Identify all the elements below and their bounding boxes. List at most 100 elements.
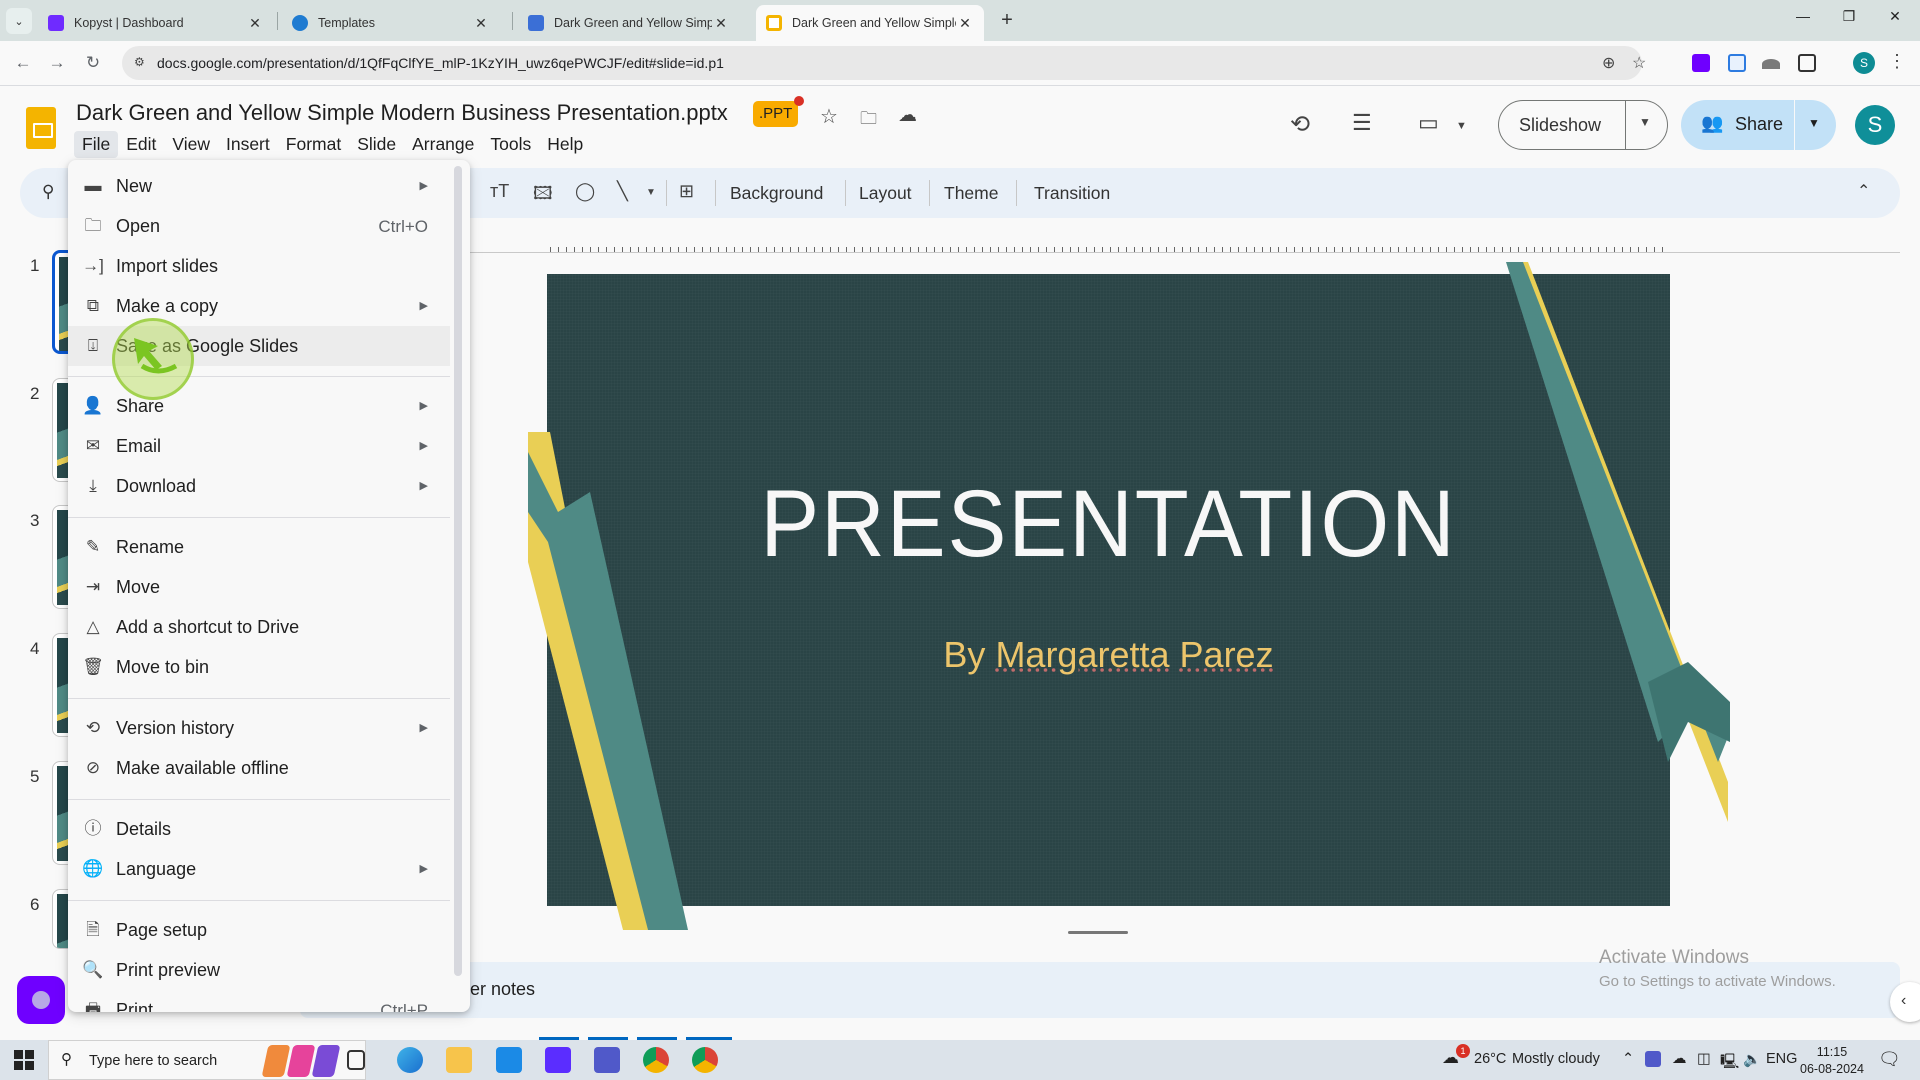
mail-app-icon[interactable] — [496, 1047, 522, 1073]
network-icon[interactable]: 🖳 — [1720, 1051, 1739, 1076]
menu-item-new[interactable]: ▬ New ▶ — [68, 166, 450, 206]
menu-format[interactable]: Format — [278, 131, 349, 158]
kopyst-recorder-button[interactable] — [17, 976, 65, 1024]
chrome-profile-s-icon[interactable] — [692, 1047, 718, 1073]
comments-icon[interactable]: ☰ — [1352, 110, 1372, 136]
close-tab-icon[interactable]: ✕ — [712, 15, 730, 32]
onedrive-icon[interactable]: ☁ — [1672, 1051, 1687, 1067]
address-bar[interactable]: ⚙ docs.google.com/presentation/d/1QfFqCl… — [122, 46, 1646, 80]
back-icon[interactable]: ← — [12, 53, 34, 73]
arc-extension-icon[interactable] — [1762, 59, 1780, 69]
menu-item-share[interactable]: 👤 Share ▶ — [68, 386, 450, 426]
menu-item-make-available-offline[interactable]: ⊘ Make available offline — [68, 748, 450, 788]
browser-tab-google-slides-active[interactable]: Dark Green and Yellow Simple M ✕ — [756, 5, 984, 41]
teams-icon[interactable] — [594, 1047, 620, 1073]
chrome-profile-a-icon[interactable] — [643, 1047, 669, 1073]
taskbar-clock[interactable]: 11:15 06-08-2024 — [1800, 1044, 1864, 1078]
menu-item-email[interactable]: ✉ Email ▶ — [68, 426, 450, 466]
new-tab-button[interactable]: + — [995, 9, 1019, 32]
extensions-puzzle-icon[interactable] — [1798, 54, 1816, 72]
slideshow-dropdown-icon[interactable]: ▼ — [1639, 115, 1651, 129]
tab-search-chevron-icon[interactable]: ⌄ — [6, 8, 32, 34]
zoom-icon[interactable]: ⊕ — [1602, 53, 1615, 73]
menu-item-add-shortcut-to-drive[interactable]: △ Add a shortcut to Drive — [68, 607, 450, 647]
browser-tab-kopyst[interactable]: Kopyst | Dashboard ✕ — [38, 5, 274, 41]
background-button[interactable]: Background — [730, 183, 823, 204]
url-text[interactable]: docs.google.com/presentation/d/1QfFqClfY… — [157, 55, 724, 71]
menu-item-download[interactable]: ⤓ Download ▶ — [68, 466, 450, 506]
shape-icon[interactable]: ◯ — [575, 181, 595, 202]
menu-insert[interactable]: Insert — [218, 131, 278, 158]
browser-profile-avatar[interactable]: S — [1853, 52, 1875, 74]
share-button[interactable]: 👥 Share ▼ — [1681, 100, 1836, 150]
menu-scrollbar[interactable] — [454, 166, 462, 976]
menu-file[interactable]: File — [74, 131, 119, 158]
file-explorer-icon[interactable] — [446, 1047, 472, 1073]
menu-item-page-setup[interactable]: 🗎 Page setup — [68, 910, 450, 950]
menu-item-version-history[interactable]: ⟲ Version history ▶ — [68, 708, 450, 748]
add-comment-icon[interactable]: ⊞ — [679, 181, 694, 202]
browser-tab-kopyst-slides[interactable]: Dark Green and Yellow Simple M ✕ — [518, 5, 740, 41]
move-folder-icon[interactable]: 🗀 — [860, 106, 877, 135]
teams-tray-icon[interactable] — [1645, 1051, 1661, 1067]
menu-item-make-a-copy[interactable]: ⧉ Make a copy ▶ — [68, 286, 450, 326]
browser-menu-icon[interactable]: ⋮ — [1888, 51, 1906, 72]
transition-button[interactable]: Transition — [1034, 183, 1110, 204]
restore-button[interactable]: ❐ — [1826, 8, 1872, 25]
menu-item-details[interactable]: ⓘ Details — [68, 809, 450, 849]
minimize-button[interactable]: — — [1780, 8, 1826, 24]
close-tab-icon[interactable]: ✕ — [246, 15, 264, 32]
menu-item-print-preview[interactable]: 🔍 Print preview — [68, 950, 450, 990]
show-hidden-icons-chevron-icon[interactable]: ⌃ — [1622, 1051, 1634, 1067]
menu-item-move-to-bin[interactable]: 🗑 Move to bin — [68, 647, 450, 687]
kopyst-app-icon[interactable] — [545, 1047, 571, 1073]
menu-item-rename[interactable]: ✎ Rename — [68, 527, 450, 567]
reload-icon[interactable]: ↻ — [82, 53, 104, 73]
close-tab-icon[interactable]: ✕ — [472, 15, 490, 32]
menu-item-language[interactable]: 🌐 Language ▶ — [68, 849, 450, 889]
layout-button[interactable]: Layout — [859, 183, 912, 204]
menu-item-move[interactable]: ⇥ Move — [68, 567, 450, 607]
menu-item-import-slides[interactable]: →] Import slides — [68, 246, 450, 286]
menu-view[interactable]: View — [164, 131, 218, 158]
close-tab-icon[interactable]: ✕ — [956, 15, 974, 32]
slide-canvas[interactable]: PRESENTATION By Margaretta Parez — [528, 262, 1730, 930]
notes-resize-handle[interactable] — [1068, 931, 1128, 934]
volume-icon[interactable]: 🔈 — [1743, 1051, 1761, 1068]
document-title[interactable]: Dark Green and Yellow Simple Modern Busi… — [76, 100, 728, 126]
share-dropdown-icon[interactable]: ▼ — [1808, 116, 1820, 130]
line-dropdown-icon[interactable]: ▼ — [646, 187, 656, 198]
menu-edit[interactable]: Edit — [118, 131, 164, 158]
menu-item-print[interactable]: 🖶 Print Ctrl+P — [68, 990, 450, 1012]
menu-tools[interactable]: Tools — [482, 131, 539, 158]
cloud-saved-icon[interactable]: ☁ — [898, 104, 917, 127]
site-info-icon[interactable]: ⚙ — [134, 55, 145, 69]
forward-icon[interactable]: → — [46, 53, 68, 73]
edge-icon[interactable] — [397, 1047, 423, 1073]
meet-dropdown-icon[interactable]: ▼ — [1456, 120, 1467, 132]
meet-camera-icon[interactable]: ▭ — [1418, 110, 1439, 136]
menu-item-open[interactable]: 🗀 Open Ctrl+O — [68, 206, 450, 246]
kopyst-recorder-extension-icon[interactable] — [1728, 54, 1746, 72]
taskbar-search-box[interactable]: ⚲ Type here to search — [48, 1040, 366, 1080]
browser-tab-templates[interactable]: Templates ✕ — [282, 5, 500, 41]
line-icon[interactable]: ╲ — [617, 181, 628, 202]
theme-button[interactable]: Theme — [944, 183, 998, 204]
star-icon[interactable]: ☆ — [820, 104, 838, 129]
language-indicator[interactable]: ENG — [1766, 1051, 1797, 1067]
collapse-toolbar-icon[interactable]: ⌃ — [1857, 181, 1870, 201]
kopyst-extension-icon[interactable] — [1692, 54, 1710, 72]
windows-start-icon[interactable] — [14, 1050, 34, 1070]
file-format-badge[interactable]: .PPT — [753, 101, 799, 127]
menu-slide[interactable]: Slide — [349, 131, 404, 158]
insert-image-icon[interactable]: 🖾 — [533, 181, 553, 211]
close-window-button[interactable]: ✕ — [1872, 8, 1918, 25]
account-avatar[interactable]: S — [1855, 105, 1895, 145]
bookmark-star-icon[interactable]: ☆ — [1632, 53, 1646, 73]
slideshow-button[interactable]: Slideshow ▼ — [1498, 100, 1668, 150]
horizontal-ruler[interactable] — [550, 242, 1670, 252]
version-history-icon[interactable]: ⟲ — [1290, 110, 1310, 139]
google-slides-logo[interactable] — [26, 107, 56, 149]
menu-arrange[interactable]: Arrange — [404, 131, 482, 158]
notification-center-icon[interactable]: 🗨 — [1878, 1049, 1901, 1070]
